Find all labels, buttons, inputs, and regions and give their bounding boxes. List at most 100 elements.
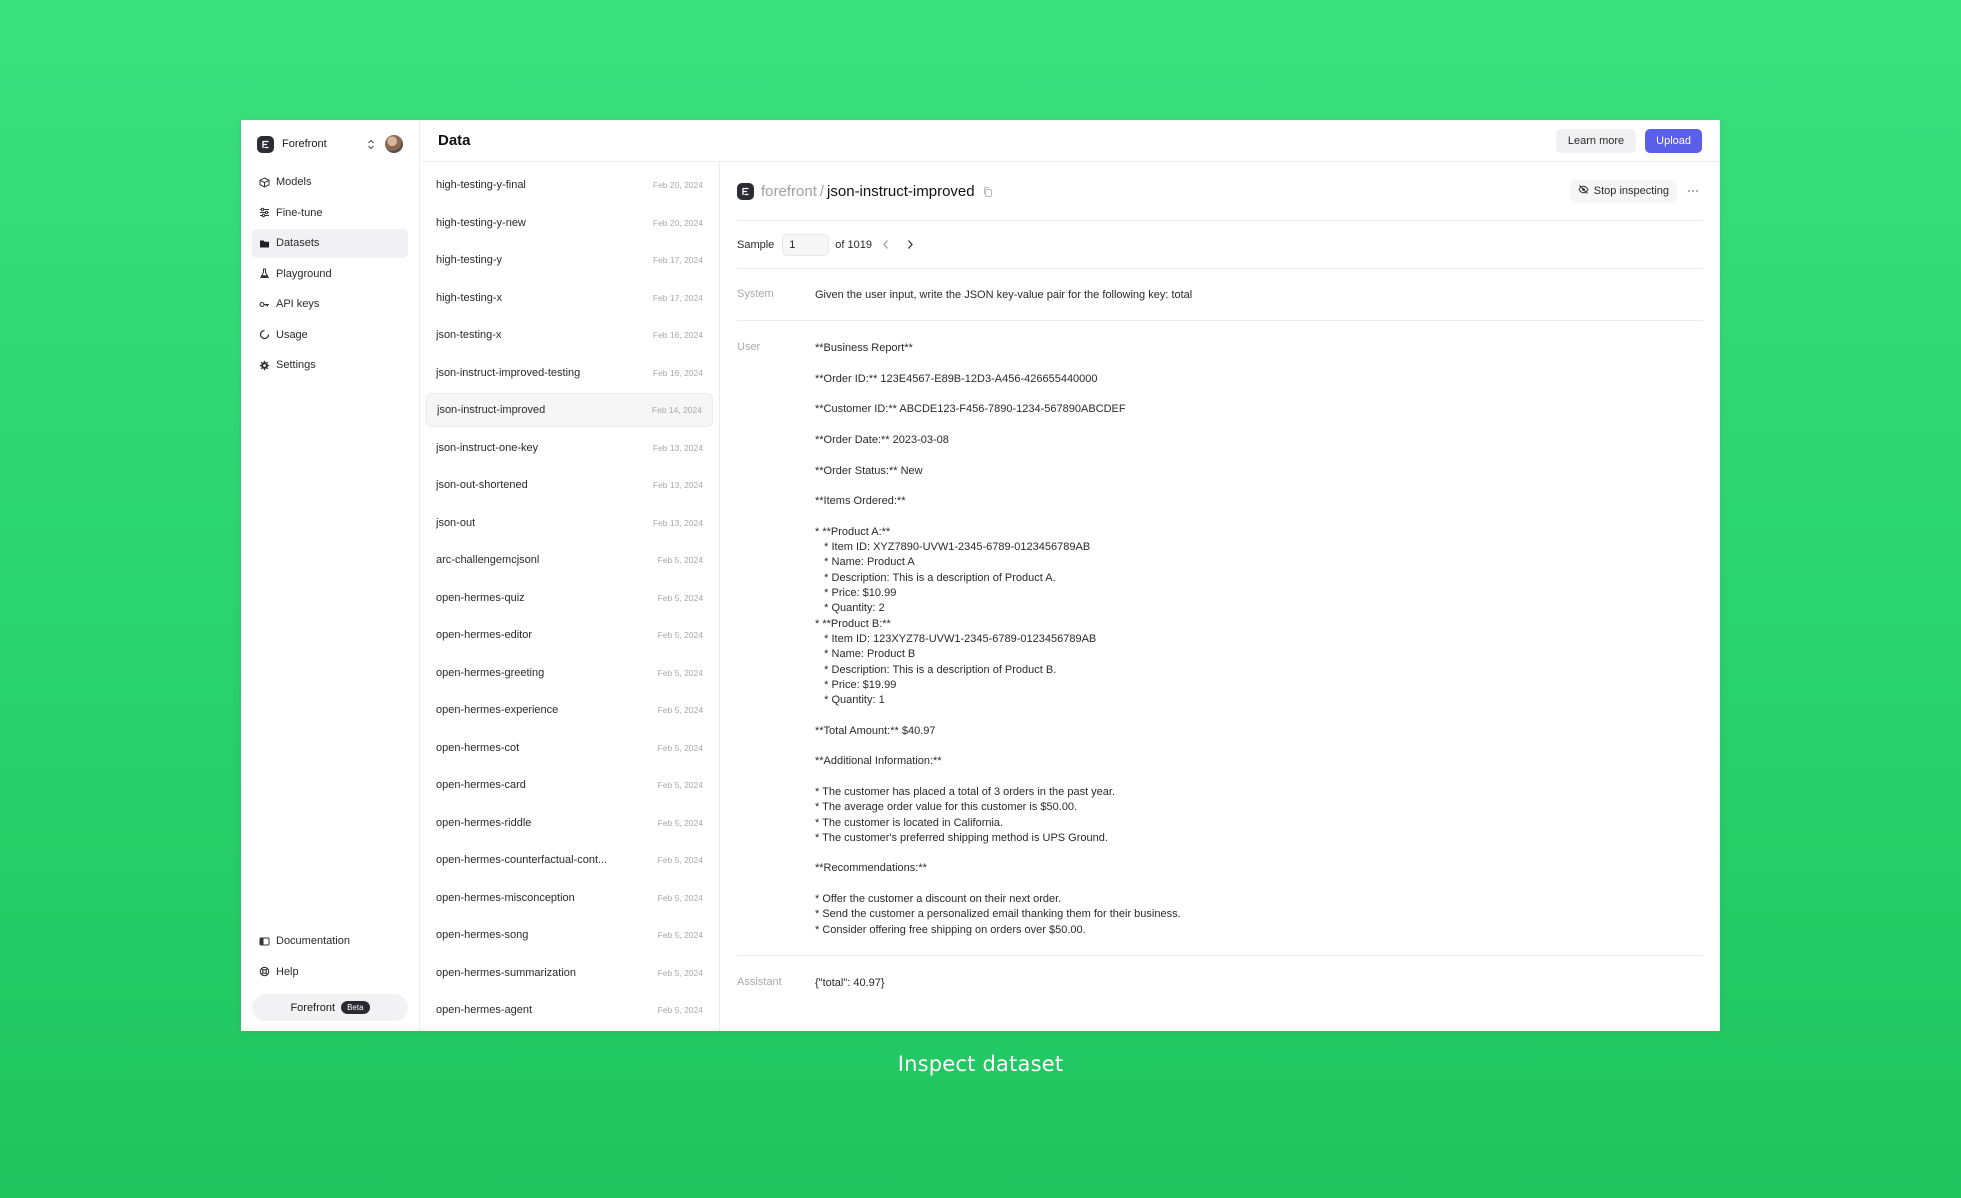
sidebar-footer: Documentation Help Forefront Beta [252,927,408,1021]
dataset-date: Feb 20, 2024 [652,180,703,190]
dataset-row[interactable]: open-hermes-song Feb 5, 2024 [426,918,713,952]
dataset-row[interactable]: open-hermes-counterfactual-cont... Feb 5,… [426,843,713,877]
forefront-logo-icon [737,182,754,200]
message-content: Given the user input, write the JSON key… [815,289,1193,301]
cube-icon [258,176,270,188]
book-icon [258,935,270,947]
dataset-date: Feb 5, 2024 [657,930,703,940]
sidebar-item-help[interactable]: Help [252,958,408,987]
caption: Inspect dataset [897,1052,1064,1076]
dataset-row[interactable]: open-hermes-editor Feb 5, 2024 [426,618,713,652]
chevron-left-icon[interactable] [876,235,896,255]
sidebar-item-label: Models [276,176,312,189]
dataset-name: open-hermes-song [436,929,529,941]
product-name: Forefront [290,1001,336,1014]
more-options-icon[interactable] [1683,181,1703,201]
message-user: User **Business Report** **Order ID:** 1… [737,321,1703,956]
dataset-row[interactable]: json-out-shortened Feb 13, 2024 [426,468,713,502]
breadcrumb-org[interactable]: forefront [761,183,817,200]
dataset-row[interactable]: json-out Feb 13, 2024 [426,506,713,540]
dataset-date: Feb 5, 2024 [657,817,703,828]
dataset-name: open-hermes-misconception [436,891,575,904]
dataset-date: Feb 17, 2024 [652,292,703,303]
main-area: Data Learn more Upload high-testing-y-fi… [420,120,1720,1031]
dataset-row[interactable]: open-hermes-riddle Feb 5, 2024 [426,806,713,840]
chevron-right-icon[interactable] [900,235,920,255]
sidebar: Forefront Models Fine-tune Datasets Play… [241,120,420,1031]
dataset-list[interactable]: high-testing-y-final Feb 20, 2024 high-tes… [420,162,720,1031]
dataset-row[interactable]: high-testing-x Feb 17, 2024 [426,281,713,315]
beta-badge: Beta [341,1001,370,1014]
dataset-name: open-hermes-quiz [436,591,525,604]
gear-icon [258,359,270,371]
sidebar-item-api-keys[interactable]: API keys [252,290,408,319]
dataset-date: Feb 5, 2024 [657,780,703,790]
breadcrumb-separator: / [819,182,825,200]
sidebar-item-label: API keys [276,298,320,311]
dataset-name: high-testing-x [436,291,503,304]
dataset-name: open-hermes-cot [436,741,520,754]
dataset-date: Feb 16, 2024 [652,367,703,378]
dataset-row[interactable]: high-testing-y-new Feb 20, 2024 [426,206,713,240]
message-role: User [737,341,761,354]
sidebar-item-documentation[interactable]: Documentation [252,927,408,956]
sidebar-item-label: Help [276,965,299,978]
sidebar-item-label: Settings [276,359,316,372]
dataset-date: Feb 17, 2024 [652,255,703,265]
dataset-name: open-hermes-counterfactual-cont... [436,854,608,866]
dataset-date: Feb 13, 2024 [652,442,703,453]
dataset-name: json-out-shortened [436,479,528,491]
sidebar-item-playground[interactable]: Playground [252,260,408,289]
learn-more-button[interactable]: Learn more [1555,128,1637,153]
pie-icon [258,329,270,341]
dataset-name: high-testing-y-new [436,216,526,229]
sample-number-input[interactable] [782,233,830,256]
dataset-row[interactable]: json-instruct-improved-testing Feb 16, 20… [426,356,713,390]
page-title: Data [438,132,471,149]
message-role: Assistant [737,975,782,988]
dataset-name: open-hermes-experience [436,704,559,716]
dataset-row[interactable]: arc-challengemcjsonl Feb 5, 2024 [426,543,713,577]
copy-icon[interactable] [982,185,994,197]
dataset-name: arc-challengemcjsonl [436,554,540,566]
message-system: System Given the user input, write the J… [737,269,1703,322]
upload-button[interactable]: Upload [1645,128,1702,153]
dataset-row[interactable]: open-hermes-greeting Feb 5, 2024 [426,656,713,690]
dataset-row[interactable]: json-testing-x Feb 16, 2024 [426,318,713,352]
dataset-row[interactable]: open-hermes-misconception Feb 5, 2024 [426,881,713,915]
sidebar-item-fine-tune[interactable]: Fine-tune [252,199,408,228]
product-switcher[interactable]: Forefront Beta [252,994,408,1021]
dataset-date: Feb 5, 2024 [657,667,703,678]
sidebar-item-label: Fine-tune [276,206,323,219]
avatar[interactable] [385,135,403,153]
dataset-row[interactable]: open-hermes-card Feb 5, 2024 [426,768,713,802]
dataset-row[interactable]: json-instruct-one-key Feb 13, 2024 [426,431,713,465]
dataset-name: json-instruct-one-key [436,441,539,454]
detail-actions: Stop inspecting [1569,179,1703,203]
stop-inspecting-button[interactable]: Stop inspecting [1569,179,1677,203]
dataset-name: open-hermes-editor [436,629,532,641]
dataset-date: Feb 5, 2024 [657,742,703,753]
dataset-row[interactable]: open-hermes-experience Feb 5, 2024 [426,693,713,727]
dataset-row[interactable]: open-hermes-quiz Feb 5, 2024 [426,581,713,615]
dataset-date: Feb 5, 2024 [657,705,703,715]
dataset-row[interactable]: high-testing-y-final Feb 20, 2024 [426,168,713,202]
workspace-switcher[interactable]: Forefront [252,133,408,155]
dataset-row[interactable]: high-testing-y Feb 17, 2024 [426,243,713,277]
dataset-row[interactable]: open-hermes-cot Feb 5, 2024 [426,731,713,765]
dataset-row[interactable]: json-instruct-improved Feb 14, 2024 [426,393,713,427]
dataset-name: json-instruct-improved [437,404,546,416]
sample-navigator: Sample of 1019 [737,221,1703,269]
sample-total: of 1019 [835,238,872,251]
lifebuoy-icon [258,966,270,978]
sidebar-item-datasets[interactable]: Datasets [252,229,408,258]
sidebar-item-settings[interactable]: Settings [252,351,408,380]
dataset-date: Feb 5, 2024 [657,555,703,565]
forefront-logo-icon [257,135,274,153]
breadcrumb-dataset: json-instruct-improved [827,182,975,200]
dataset-row[interactable]: open-hermes-agent Feb 5, 2024 [426,993,713,1027]
sidebar-item-usage[interactable]: Usage [252,321,408,350]
sidebar-item-label: Usage [276,328,308,341]
dataset-row[interactable]: open-hermes-summarization Feb 5, 2024 [426,956,713,990]
sidebar-item-models[interactable]: Models [252,168,408,197]
